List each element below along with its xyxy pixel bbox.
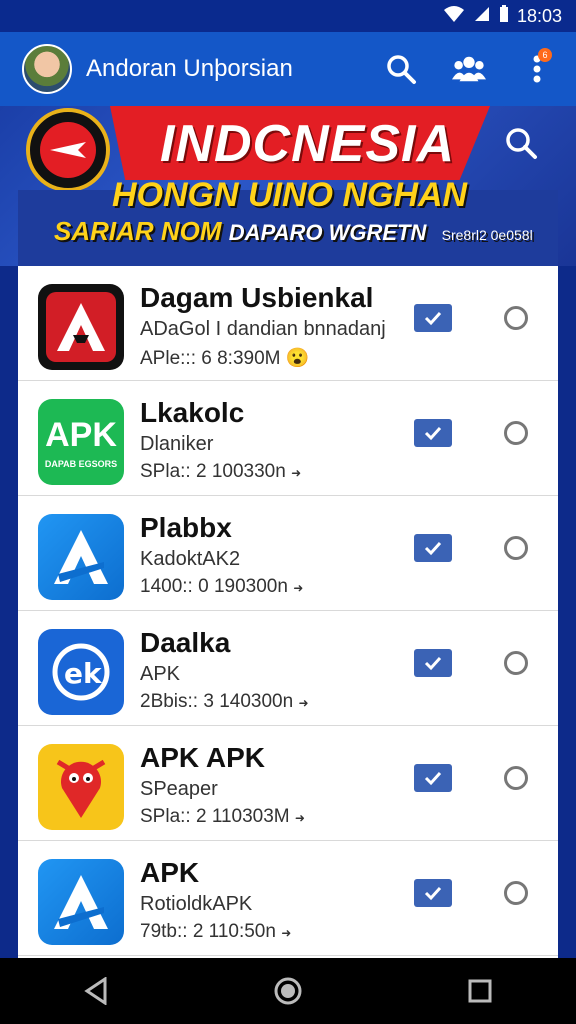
- select-radio[interactable]: [504, 766, 528, 790]
- app-name: Plabbx: [140, 512, 232, 543]
- check-icon: [424, 771, 442, 786]
- svg-text:ek: ek: [64, 657, 103, 690]
- arrow-icon: ➜: [281, 926, 292, 940]
- app-name: APK APK: [140, 742, 265, 773]
- list-item[interactable]: APK DAPAB EGSORS Lkakolc Dlaniker SPla::…: [18, 381, 558, 496]
- app-meta: 1400:: 0 190300n ➜: [140, 576, 304, 597]
- app-logo-icon: [38, 859, 124, 945]
- app-meta: 2Bbis:: 3 140300n ➜: [140, 691, 309, 712]
- banner-subtitle-2-left: SARIAR NOM: [54, 216, 222, 246]
- download-button[interactable]: [414, 764, 452, 792]
- app-desc: RotioldkAPK: [140, 893, 253, 915]
- arrow-icon: ➜: [293, 581, 304, 595]
- face-emoji-icon: 😮: [285, 348, 310, 369]
- apk-logo-icon: APK DAPAB EGSORS: [38, 399, 124, 485]
- select-radio[interactable]: [504, 421, 528, 445]
- list-item[interactable]: APK APK SPeaper SPla:: 2 110303M ➜: [18, 726, 558, 841]
- app-name: Lkakolc: [140, 397, 245, 428]
- check-icon: [424, 886, 442, 901]
- search-icon: [506, 128, 537, 159]
- battery-icon: [499, 4, 509, 28]
- app-actions: 6: [384, 48, 576, 86]
- banner-subtitle-2-right: DAPARO WGRETN: [228, 220, 427, 245]
- people-icon: [452, 56, 486, 82]
- list-item[interactable]: APK RotioldkAPK 79tb:: 2 110:50n ➜: [18, 841, 558, 956]
- people-button[interactable]: [452, 52, 486, 86]
- select-radio[interactable]: [504, 651, 528, 675]
- app-desc: APK: [140, 663, 181, 685]
- app-logo-icon: ek: [38, 629, 124, 715]
- download-button[interactable]: [414, 304, 452, 332]
- arrow-icon: ➜: [298, 696, 309, 710]
- status-time: 18:03: [516, 5, 562, 26]
- notification-badge: 6: [538, 48, 552, 62]
- notifications-button[interactable]: 6: [520, 48, 554, 86]
- app-meta: SPla:: 2 100330n ➜: [140, 461, 302, 482]
- app-logo-icon: [38, 514, 124, 600]
- arrow-icon: ➜: [291, 466, 302, 480]
- back-button[interactable]: [76, 971, 116, 1011]
- check-icon: [424, 426, 442, 441]
- check-icon: [424, 541, 442, 556]
- avatar[interactable]: [22, 44, 72, 94]
- select-radio[interactable]: [504, 536, 528, 560]
- app-list: Dagam Usbienkal ADaGol I dandian bnnadan…: [18, 266, 558, 958]
- app-meta: APle::: 6 8:390M 😮: [140, 348, 310, 369]
- download-button[interactable]: [414, 649, 452, 677]
- banner-subtitle-2: SARIAR NOM DAPARO WGRETN Sre8rl2 0e058l: [54, 216, 533, 247]
- download-button[interactable]: [414, 534, 452, 562]
- banner-search-button[interactable]: [504, 126, 538, 165]
- map-pin-icon: [38, 744, 124, 830]
- select-radio[interactable]: [504, 881, 528, 905]
- arrow-icon: ➜: [294, 811, 305, 825]
- banner-logo: [26, 108, 110, 192]
- status-bar: 18:03: [0, 0, 576, 32]
- back-icon: [84, 977, 107, 1005]
- select-radio[interactable]: [504, 306, 528, 330]
- app-desc: Dlaniker: [140, 433, 214, 455]
- logo-emblem-icon: [40, 122, 96, 178]
- app-desc: KadoktAK2: [140, 548, 241, 570]
- app-name: Daalka: [140, 627, 231, 658]
- check-icon: [424, 656, 442, 671]
- home-button[interactable]: [268, 971, 308, 1011]
- list-item[interactable]: Dagam Usbienkal ADaGol I dandian bnnadan…: [18, 266, 558, 381]
- app-meta: SPla:: 2 110303M ➜: [140, 806, 305, 827]
- app-logo-icon: [38, 284, 124, 370]
- app-name: APK: [140, 857, 200, 888]
- wifi-icon: [443, 5, 465, 28]
- recents-button[interactable]: [460, 971, 500, 1011]
- app-name: Dagam Usbienkal: [140, 282, 374, 313]
- banner-title: INDCNESIA: [160, 115, 456, 173]
- home-icon: [274, 977, 302, 1005]
- check-icon: [424, 311, 442, 326]
- list-item[interactable]: Plabbx KadoktAK2 1400:: 0 190300n ➜: [18, 496, 558, 611]
- search-icon: [387, 55, 416, 84]
- banner-subtitle: HONGN UINO NGHAN: [112, 176, 468, 214]
- app-bar: Andoran Unþorsian 6: [0, 32, 576, 106]
- app-title: Andoran Unþorsian: [86, 55, 293, 82]
- list-item[interactable]: ek Daalka APK 2Bbis:: 3 140300n ➜: [18, 611, 558, 726]
- signal-icon: [473, 5, 491, 28]
- app-meta: 79tb:: 2 110:50n ➜: [140, 921, 292, 942]
- download-button[interactable]: [414, 419, 452, 447]
- app-desc: SPeaper: [140, 778, 218, 800]
- banner-subtitle-2-small: Sre8rl2 0e058l: [441, 227, 533, 243]
- download-button[interactable]: [414, 879, 452, 907]
- search-button[interactable]: [384, 52, 418, 86]
- app-desc: ADaGol I dandian bnnadanj: [140, 318, 386, 340]
- system-nav-bar: [0, 958, 576, 1024]
- recents-icon: [468, 979, 492, 1003]
